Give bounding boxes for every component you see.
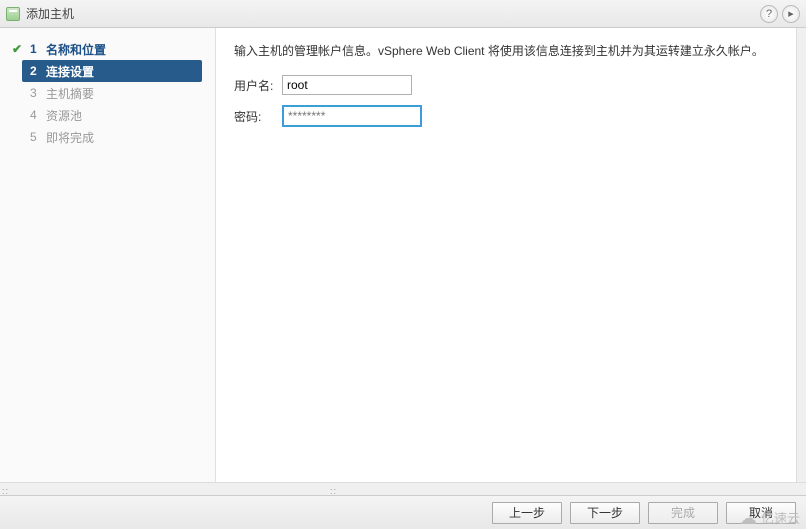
step-name-location[interactable]: ✔ 1 名称和位置 bbox=[0, 38, 215, 60]
password-row: 密码: bbox=[234, 105, 788, 127]
instruction-text: 输入主机的管理帐户信息。vSphere Web Client 将使用该信息连接到… bbox=[234, 42, 788, 59]
step-label: 主机摘要 bbox=[46, 85, 94, 102]
step-host-summary[interactable]: 3 主机摘要 bbox=[0, 82, 215, 104]
dialog-title: 添加主机 bbox=[26, 5, 74, 22]
step-label: 资源池 bbox=[46, 107, 82, 124]
username-label: 用户名: bbox=[234, 77, 282, 94]
password-input[interactable] bbox=[282, 105, 422, 127]
step-ready-complete[interactable]: 5 即将完成 bbox=[0, 126, 215, 148]
wizard-steps-sidebar: ✔ 1 名称和位置 2 连接设置 3 主机摘要 4 资源池 5 即将完成 bbox=[0, 28, 216, 482]
finish-button: 完成 bbox=[648, 502, 718, 524]
username-row: 用户名: bbox=[234, 75, 788, 95]
step-label: 名称和位置 bbox=[46, 41, 106, 58]
step-label: 连接设置 bbox=[46, 63, 94, 80]
expand-icon[interactable]: ▸ bbox=[782, 5, 800, 23]
step-resource-pool[interactable]: 4 资源池 bbox=[0, 104, 215, 126]
step-connection-settings[interactable]: 2 连接设置 bbox=[22, 60, 202, 82]
next-button[interactable]: 下一步 bbox=[570, 502, 640, 524]
scroll-grip-icon: :: bbox=[2, 486, 9, 496]
username-input[interactable] bbox=[282, 75, 412, 95]
cancel-button[interactable]: 取消 bbox=[726, 502, 796, 524]
checkmark-icon: ✔ bbox=[10, 42, 24, 56]
main-panel: 输入主机的管理帐户信息。vSphere Web Client 将使用该信息连接到… bbox=[216, 28, 806, 482]
add-host-dialog: 添加主机 ? ▸ ✔ 1 名称和位置 2 连接设置 3 主机摘要 bbox=[0, 0, 806, 529]
password-label: 密码: bbox=[234, 108, 282, 125]
vertical-scrollbar[interactable] bbox=[796, 28, 806, 482]
titlebar: 添加主机 ? ▸ bbox=[0, 0, 806, 28]
content-area: ✔ 1 名称和位置 2 连接设置 3 主机摘要 4 资源池 5 即将完成 bbox=[0, 28, 806, 482]
scroll-grip-icon: :: bbox=[330, 486, 337, 496]
host-icon bbox=[6, 7, 20, 21]
horizontal-scrollbar[interactable]: :: :: bbox=[0, 482, 806, 495]
step-label: 即将完成 bbox=[46, 129, 94, 146]
footer-buttons: 上一步 下一步 完成 取消 bbox=[0, 495, 806, 529]
back-button[interactable]: 上一步 bbox=[492, 502, 562, 524]
help-icon[interactable]: ? bbox=[760, 5, 778, 23]
